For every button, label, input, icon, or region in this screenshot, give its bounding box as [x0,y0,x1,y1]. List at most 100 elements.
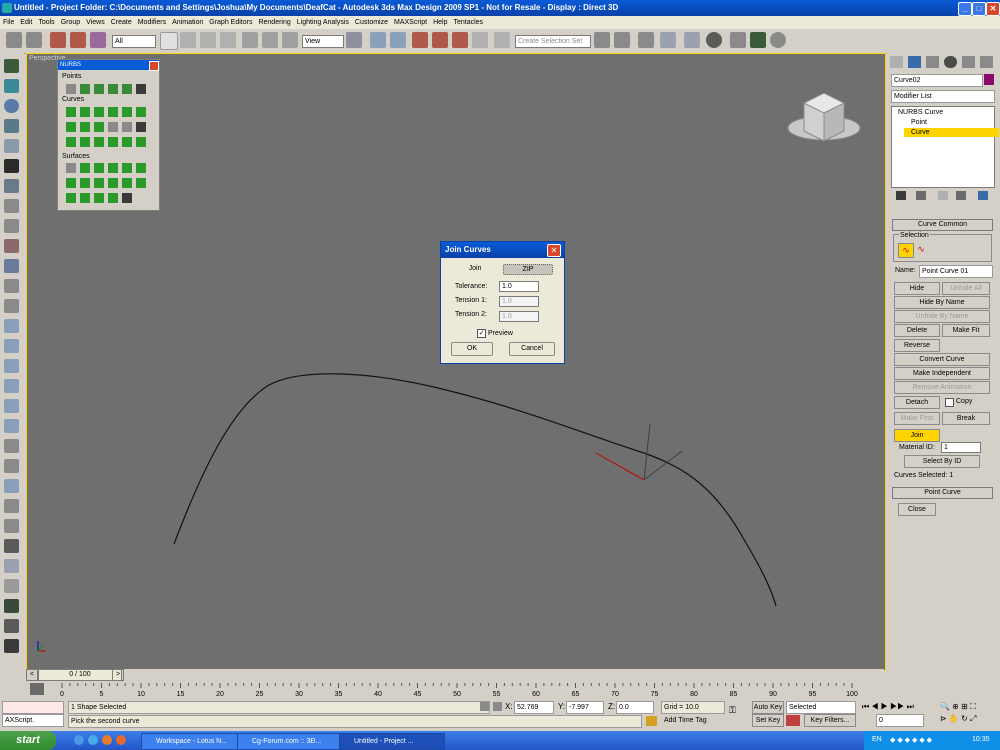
surface-tool-icon[interactable] [108,178,118,188]
key-filters-button[interactable]: Key Filters... [804,714,856,727]
taskbar-item-3dsmax[interactable]: Untitled - Project ... [339,733,445,750]
rect-region-icon[interactable] [200,32,216,48]
surface-tool-icon[interactable] [136,163,146,173]
render-production-icon[interactable] [770,32,786,48]
surface-tool-icon[interactable] [80,178,90,188]
menu-animation[interactable]: Animation [169,16,206,29]
create-box-icon[interactable] [4,59,19,73]
convert-curve-button[interactable]: Convert Curve [894,353,990,366]
edit-named-selection-icon[interactable] [494,32,510,48]
object-name-field[interactable]: Curve02 [891,74,983,87]
sphere-icon[interactable] [4,99,19,113]
lock-selection-icon[interactable] [480,702,489,711]
menu-tentacles[interactable]: Tentacles [450,16,486,29]
modifier-icon[interactable] [4,319,19,333]
modify-tab-icon[interactable] [908,56,921,68]
selection-filter-dropdown[interactable]: All [112,35,156,48]
menu-maxscript[interactable]: MAXScript [391,16,430,29]
maxscript-listener-top[interactable] [2,701,64,714]
add-time-tag-button[interactable]: Add Time Tag [664,717,707,724]
object-color-swatch[interactable] [984,74,994,85]
reactor-icon[interactable] [4,479,19,493]
curve-tool-icon[interactable] [136,122,146,132]
align-icon[interactable] [614,32,630,48]
quicklaunch-icon[interactable] [74,735,84,745]
point-tool-icon[interactable] [122,84,132,94]
render-setup-icon[interactable] [730,32,746,48]
key-mode-dropdown[interactable]: Selected [786,701,856,714]
rigid-body-icon[interactable] [4,539,19,553]
scale-icon[interactable] [282,32,298,48]
rollout-curve-common[interactable]: Curve Common [892,219,993,231]
hierarchy-tab-icon[interactable] [926,56,939,68]
curve-tool-icon[interactable] [122,107,132,117]
time-slider-thumb[interactable]: 0 / 100 [38,669,122,681]
surface-tool-icon[interactable] [136,178,146,188]
systems-icon[interactable] [4,219,19,233]
ie-icon[interactable] [88,735,98,745]
curve-level-icon[interactable]: ∿ [914,243,928,256]
maxscript-listener[interactable]: AXScript. [2,714,64,727]
nurbs-close-icon[interactable] [149,61,159,71]
curve-tool-icon[interactable] [94,122,104,132]
menu-tools[interactable]: Tools [35,16,57,29]
hide-by-name-button[interactable]: Hide By Name [894,296,990,309]
plane-icon[interactable] [4,559,19,573]
close-curve-button[interactable]: Close [898,503,936,516]
material-id-spinner[interactable]: 1 [941,442,981,453]
surface-tool-icon[interactable] [108,163,118,173]
spacewarp-icon[interactable] [4,199,19,213]
y-coordinate-field[interactable]: -7.997 [566,701,604,714]
menu-graph-editors[interactable]: Graph Editors [206,16,255,29]
curve-tool-icon[interactable] [66,107,76,117]
curve-tool-icon[interactable] [80,107,90,117]
bind-space-warp-icon[interactable] [90,32,106,48]
hide-button[interactable]: Hide [894,282,940,295]
auto-key-button[interactable]: Auto Key [752,701,784,714]
tray-icons[interactable]: ◆ ◆ ◆ ◆ ◆ ◆ [890,736,966,746]
move-icon[interactable] [242,32,258,48]
menu-rendering[interactable]: Rendering [255,16,293,29]
point-tool-icon[interactable] [108,84,118,94]
particle-icon[interactable] [4,259,19,273]
layer-manager-icon[interactable] [638,32,654,48]
utility-icon[interactable] [4,599,19,613]
bend-icon[interactable] [4,339,19,353]
surface-tool-icon[interactable] [94,163,104,173]
surface-tool-icon[interactable] [122,163,132,173]
point-tool-icon[interactable] [80,84,90,94]
point-tool-icon[interactable] [136,84,146,94]
select-by-name-icon[interactable] [180,32,196,48]
camera-icon[interactable] [4,159,19,173]
surface-tool-icon[interactable] [94,178,104,188]
curve-tool-icon[interactable] [136,107,146,117]
menu-modifiers[interactable]: Modifiers [135,16,169,29]
keyboard-shortcut-icon[interactable] [390,32,406,48]
curve-tool-icon[interactable] [80,122,90,132]
curve-tool-icon[interactable] [66,122,76,132]
undo-icon[interactable] [6,32,22,48]
dialog-close-icon[interactable]: ✕ [547,244,561,257]
link-icon[interactable] [50,32,66,48]
close-button[interactable]: ✕ [986,2,1000,16]
nurbs-toolbox[interactable]: NURBS Points Curves Surfaces [57,59,160,211]
viewcube[interactable] [787,92,861,142]
cancel-button[interactable]: Cancel [509,342,555,356]
stack-item-nurbs-curve[interactable]: NURBS Curve [898,109,943,116]
absolute-mode-icon[interactable] [493,702,502,711]
detach-button[interactable]: Detach [894,396,940,409]
curve-tool-icon[interactable] [108,137,118,147]
rotate-icon[interactable] [262,32,278,48]
menu-views[interactable]: Views [83,16,108,29]
redo-icon[interactable] [26,32,42,48]
time-slider[interactable] [26,669,884,680]
select-manipulate-icon[interactable] [370,32,386,48]
display-tab-icon[interactable] [962,56,975,68]
curve-tool-icon[interactable] [122,137,132,147]
firefox-icon[interactable] [102,735,112,745]
tension1-spinner[interactable]: 1.0 [499,296,539,307]
tolerance-spinner[interactable]: 1.0 [499,281,539,292]
surface-tool-icon[interactable] [66,193,76,203]
menu-group[interactable]: Group [58,16,83,29]
surface-tool-icon[interactable] [108,193,118,203]
